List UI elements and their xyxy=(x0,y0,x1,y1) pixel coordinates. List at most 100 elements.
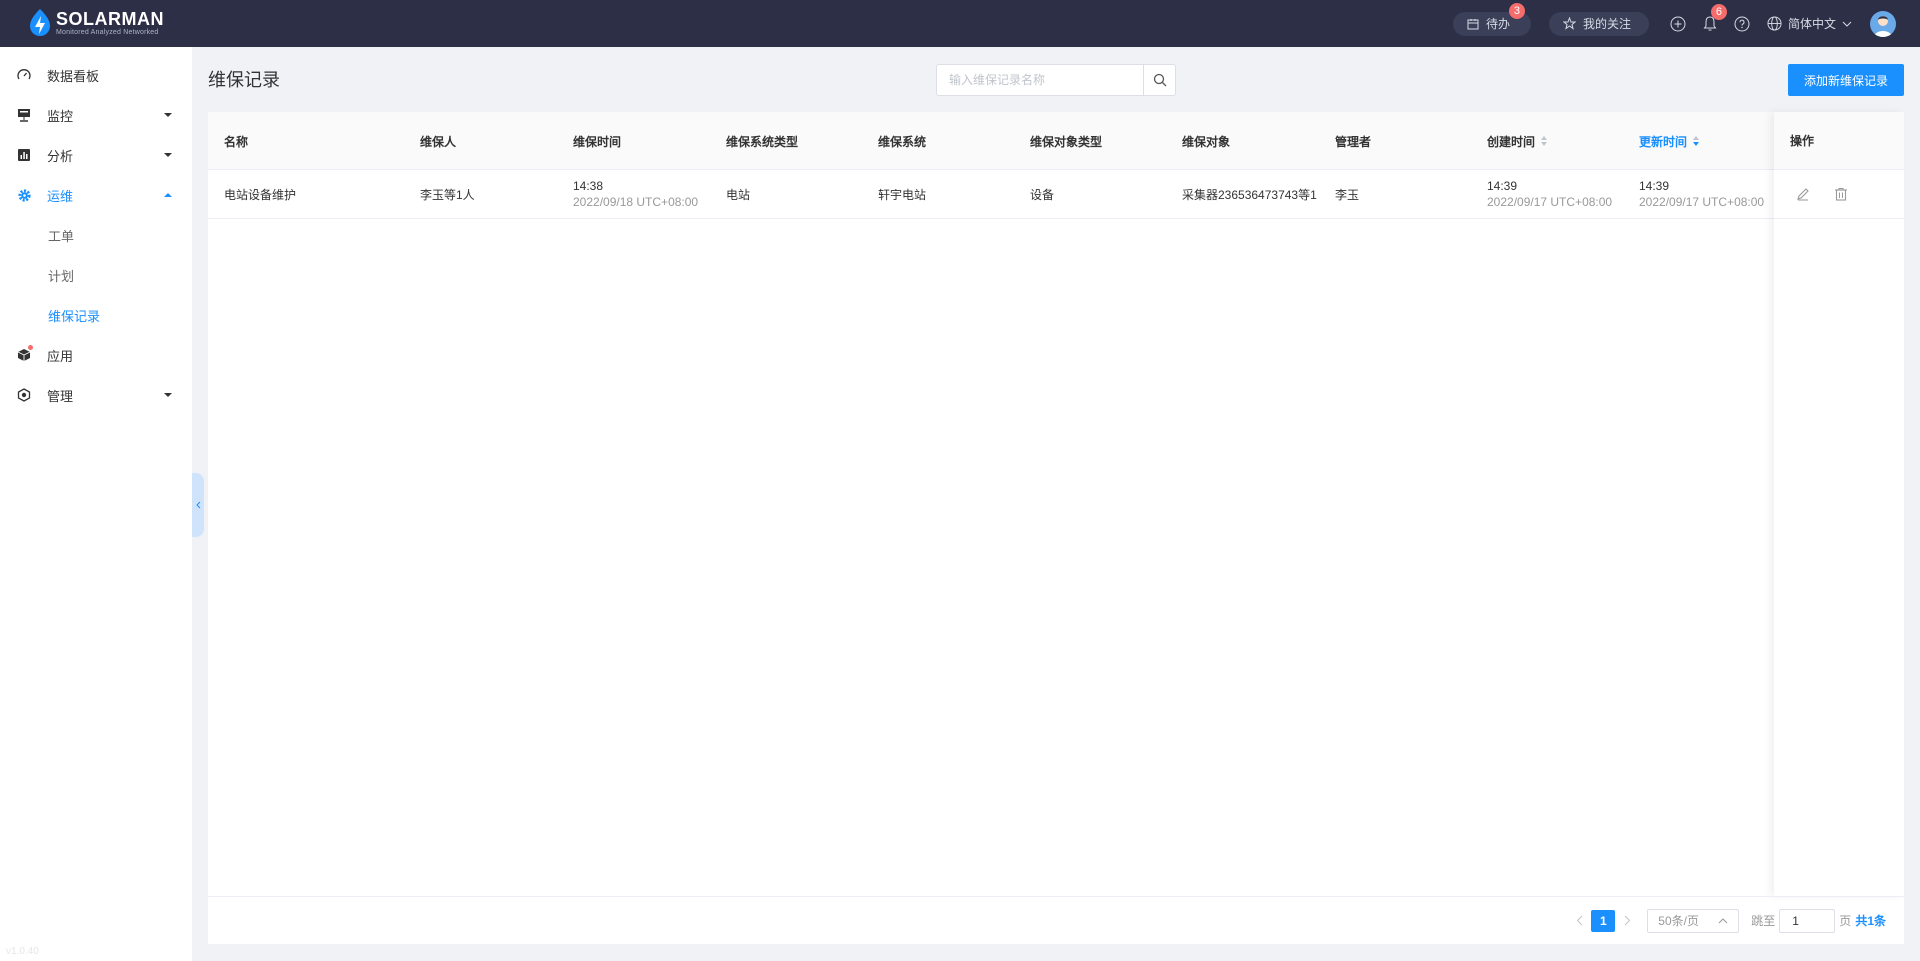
cell-object: 采集器2365364737­43等1 xyxy=(1182,187,1317,202)
column-header-label: 更新时间 xyxy=(1639,134,1688,149)
sidebar-item-monitor[interactable]: 监控 xyxy=(0,95,192,135)
time-text: 14:39 xyxy=(1487,179,1518,193)
edit-icon[interactable] xyxy=(1794,185,1812,203)
cell-created-time: 14:39 2022/09/17 UTC+08:00 xyxy=(1487,170,1612,218)
sidebar-subitem-workorder[interactable]: 工单 xyxy=(0,215,192,255)
time-text: 14:39 xyxy=(1639,179,1670,193)
delete-icon[interactable] xyxy=(1832,185,1850,203)
monitor-icon xyxy=(16,107,32,123)
maintenance-records-table: 名称 维保人 维保时间 维保系统类型 维保系统 维保对象类型 维保对象 管理者 … xyxy=(208,112,1904,944)
cell-maintenance-time: 14:38 2022/09/18 UTC+08:00 xyxy=(573,170,698,218)
chevron-right-icon xyxy=(1624,915,1630,926)
cell-object-type: 设备 xyxy=(1030,187,1055,202)
sidebar-subitem-maintenance-records[interactable]: 维保记录 xyxy=(0,295,192,335)
solarman-logo[interactable]: SOLARMAN Monitored Analyzed Networked xyxy=(28,8,164,38)
search-icon xyxy=(1153,73,1166,87)
globe-icon xyxy=(1767,16,1782,31)
page-size-select[interactable]: 50条/页 xyxy=(1647,908,1740,933)
column-header-updated-time[interactable]: 更新时间 xyxy=(1639,112,1700,170)
sidebar-subitem-plan[interactable]: 计划 xyxy=(0,255,192,295)
jump-to-page-input[interactable] xyxy=(1779,908,1836,933)
bell-icon[interactable]: 6 xyxy=(1699,3,1727,35)
sidebar-item-label: 监控 xyxy=(47,108,74,124)
todo-badge: 3 xyxy=(1508,2,1525,19)
chevron-up-icon xyxy=(1718,917,1728,923)
favorites-label: 我的关注 xyxy=(1582,17,1631,31)
sidebar-item-operations[interactable]: 运维 xyxy=(0,175,192,215)
bar-chart-icon xyxy=(16,147,32,163)
sidebar-item-apps[interactable]: 应用 xyxy=(0,335,192,375)
row-actions xyxy=(1774,170,1904,219)
sidebar-collapse-toggle[interactable] xyxy=(192,473,204,537)
sidebar-item-management[interactable]: 管理 xyxy=(0,375,192,415)
operations-column: 操作 xyxy=(1774,112,1904,896)
top-bar: SOLARMAN Monitored Analyzed Networked 待办… xyxy=(0,0,1920,47)
column-header-operations: 操作 xyxy=(1774,112,1904,170)
user-avatar[interactable] xyxy=(1870,10,1896,37)
sidebar-item-label: 数据看板 xyxy=(47,68,100,84)
add-maintenance-record-button[interactable]: 添加新维保记录 xyxy=(1788,64,1904,96)
brand-subtitle: Monitored Analyzed Networked xyxy=(56,28,159,36)
gear-icon xyxy=(16,187,32,203)
sidebar-item-analysis[interactable]: 分析 xyxy=(0,135,192,175)
brand-title: SOLARMAN xyxy=(56,8,164,29)
date-text: 2022/09/17 UTC+08:00 xyxy=(1487,195,1613,209)
sidebar: 数据看板 监控 分析 运维 工单 计划 维保记录 应用 管理 v1.0.40 xyxy=(0,47,192,961)
column-header-object-type: 维保对象类型 xyxy=(1030,134,1103,149)
pagination: 1 50条/页 跳至 页 共1条 xyxy=(208,896,1904,944)
column-header-label: 创建时间 xyxy=(1487,134,1536,149)
page-suffix-label: 页 xyxy=(1839,914,1852,928)
column-header-system: 维保系统 xyxy=(878,134,927,149)
prev-page-button[interactable] xyxy=(1569,910,1589,932)
page-title: 维保记录 xyxy=(208,70,280,90)
chevron-down-icon xyxy=(1842,21,1852,27)
cell-updated-time: 14:39 2022/09/17 UTC+08:00 xyxy=(1639,170,1764,218)
caret-down-icon xyxy=(164,113,172,117)
column-header-maintainer: 维保人 xyxy=(420,134,457,149)
cell-manager: 李玉 xyxy=(1335,187,1360,202)
column-header-manager: 管理者 xyxy=(1335,134,1372,149)
sidebar-item-label: 应用 xyxy=(47,348,74,364)
logo-icon xyxy=(30,9,50,36)
hexagon-settings-icon xyxy=(16,387,32,403)
column-header-created-time[interactable]: 创建时间 xyxy=(1487,112,1548,170)
table-row[interactable]: 电站设备维护 李玉等1人 14:38 2022/09/18 UTC+08:00 … xyxy=(208,170,1904,219)
language-selector[interactable]: 简体中文 xyxy=(1767,15,1852,32)
cell-name: 电站设备维护 xyxy=(224,187,297,202)
caret-down-icon xyxy=(164,153,172,157)
next-page-button[interactable] xyxy=(1617,910,1637,932)
sidebar-item-label: 运维 xyxy=(47,188,74,204)
column-header-maintenance-time: 维保时间 xyxy=(573,134,622,149)
calendar-icon xyxy=(1467,18,1479,29)
chevron-left-icon xyxy=(196,501,201,509)
cell-system: 轩宇电站 xyxy=(878,187,927,202)
add-circle-icon[interactable] xyxy=(1667,13,1689,35)
total-count: 共1条 xyxy=(1855,914,1886,928)
chevron-left-icon xyxy=(1576,915,1583,926)
jump-to-label: 跳至 xyxy=(1751,914,1776,928)
column-header-object: 维保对象 xyxy=(1182,134,1231,149)
time-text: 14:38 xyxy=(573,179,604,193)
todo-label: 待办 xyxy=(1485,17,1510,31)
caret-up-icon xyxy=(164,193,172,197)
sidebar-item-label: 分析 xyxy=(47,148,74,164)
sidebar-item-dashboard[interactable]: 数据看板 xyxy=(0,55,192,95)
sidebar-item-label: 管理 xyxy=(47,388,74,404)
search-box xyxy=(936,64,1176,96)
star-icon xyxy=(1562,17,1576,30)
favorites-button[interactable]: 我的关注 xyxy=(1548,11,1649,36)
caret-down-icon xyxy=(164,393,172,397)
help-icon[interactable] xyxy=(1731,13,1753,35)
column-header-name: 名称 xyxy=(224,134,249,149)
column-header-system-type: 维保系统类型 xyxy=(726,134,799,149)
notification-badge: 6 xyxy=(1710,3,1727,20)
sort-descending-icon xyxy=(1693,136,1700,146)
search-button[interactable] xyxy=(1143,65,1175,95)
app-version: v1.0.40 xyxy=(6,946,39,957)
date-text: 2022/09/17 UTC+08:00 xyxy=(1639,195,1765,209)
search-input[interactable] xyxy=(937,65,1143,95)
page-number-button[interactable]: 1 xyxy=(1591,909,1616,932)
todo-button[interactable]: 待办 3 xyxy=(1452,2,1531,36)
date-text: 2022/09/18 UTC+08:00 xyxy=(573,195,699,209)
language-label: 简体中文 xyxy=(1787,17,1836,31)
